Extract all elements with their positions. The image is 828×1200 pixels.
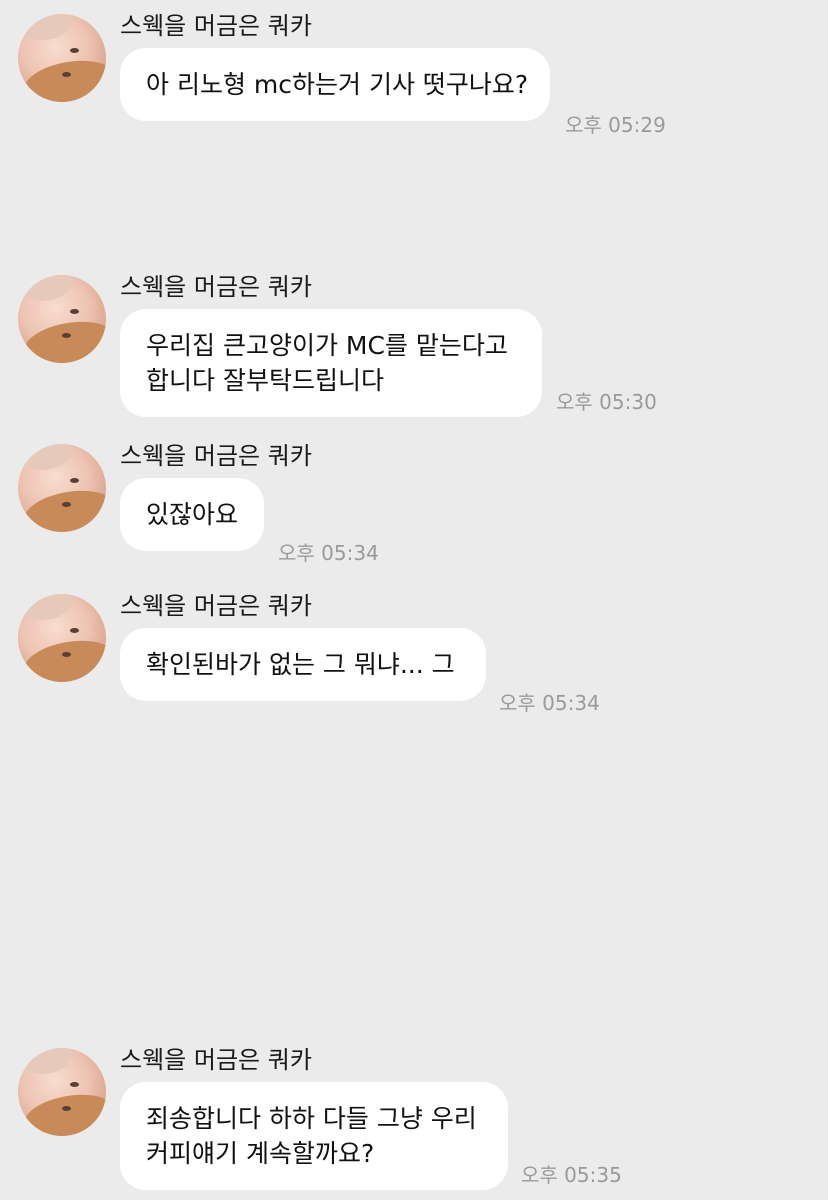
avatar[interactable] (18, 275, 106, 363)
message-bubble[interactable]: 아 리노형 mc하는거 기사 떳구나요? (120, 48, 550, 121)
message-bubble[interactable]: 우리집 큰고양이가 MC를 맡는다고 합니다 잘부탁드립니다 (120, 309, 542, 417)
message-time: 오후 05:34 (499, 691, 600, 715)
message-bubble[interactable]: 죄송합니다 하하 다들 그냥 우리 커피얘기 계속할까요? (120, 1082, 508, 1190)
message-time: 오후 05:35 (521, 1163, 622, 1187)
message-line: 있잖아요 (146, 500, 239, 529)
sender-name: 스웩을 머금은 쿼카 (120, 1046, 312, 1074)
message-time: 오후 05:30 (556, 390, 657, 414)
message-line: 커피얘기 계속할까요? (146, 1139, 375, 1168)
avatar[interactable] (18, 594, 106, 682)
sender-name: 스웩을 머금은 쿼카 (120, 273, 312, 301)
sender-name: 스웩을 머금은 쿼카 (120, 592, 312, 620)
avatar[interactable] (18, 14, 106, 102)
message-line: 확인된바가 없는 그 뭐냐... 그 (146, 650, 455, 679)
message-time: 오후 05:29 (565, 113, 666, 137)
avatar[interactable] (18, 444, 106, 532)
message-line: 아 리노형 mc하는거 기사 떳구나요? (146, 70, 529, 99)
avatar[interactable] (18, 1048, 106, 1136)
message-bubble[interactable]: 확인된바가 없는 그 뭐냐... 그 (120, 628, 486, 701)
message-time: 오후 05:34 (278, 541, 379, 565)
sender-name: 스웩을 머금은 쿼카 (120, 442, 312, 470)
message-line: 우리집 큰고양이가 MC를 맡는다고 (146, 331, 508, 360)
message-line: 합니다 잘부탁드립니다 (146, 366, 384, 395)
message-line: 죄송합니다 하하 다들 그냥 우리 (146, 1104, 477, 1133)
sender-name: 스웩을 머금은 쿼카 (120, 12, 312, 40)
message-bubble[interactable]: 있잖아요 (120, 478, 264, 551)
